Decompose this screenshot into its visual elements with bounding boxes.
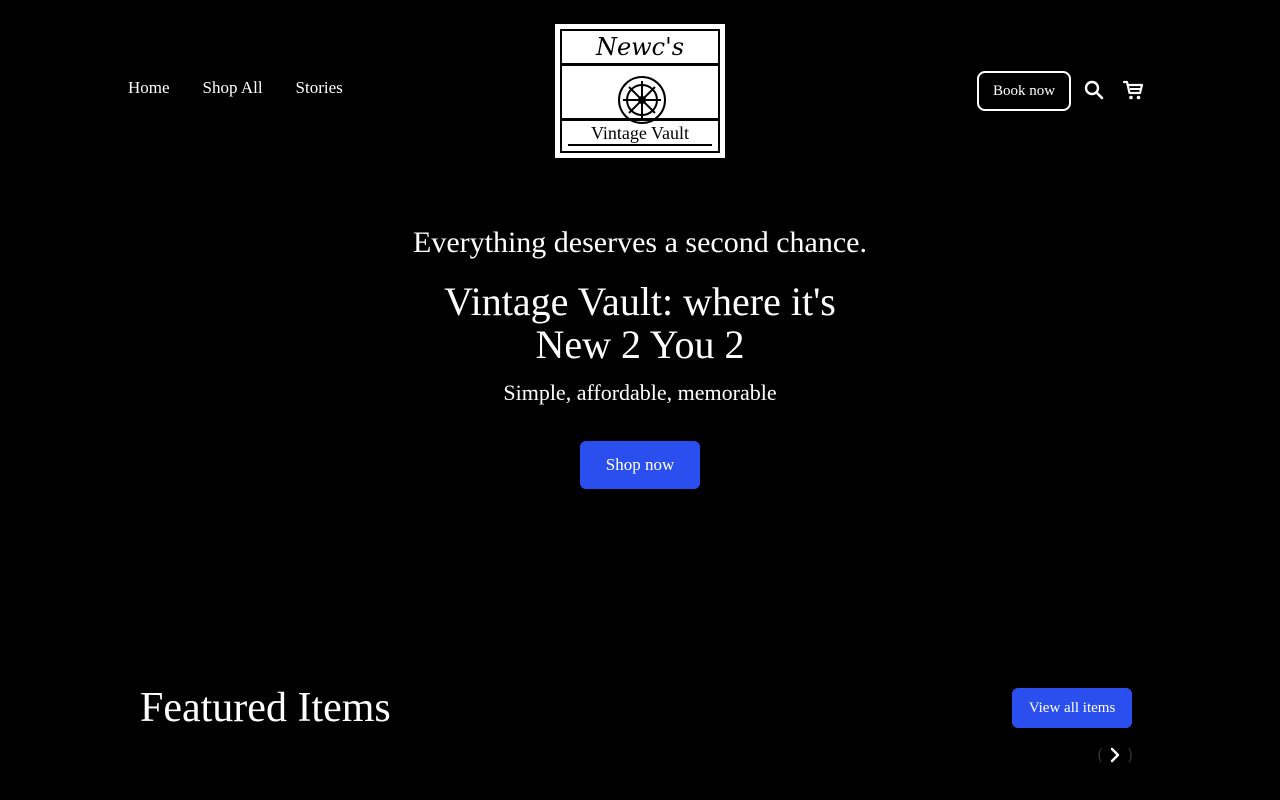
nav-stories-link[interactable]: Stories [296,78,343,98]
logo-top-text: Newc's [562,31,718,66]
hero-title: Vintage Vault: where it's New 2 You 2 [0,280,1280,366]
featured-items-title: Featured Items [140,685,391,731]
logo-bottom-text: Vintage Vault [562,118,718,151]
hero-tagline: Simple, affordable, memorable [503,380,777,405]
view-all-items-button[interactable]: View all items [1012,688,1132,728]
nav-home-link[interactable]: Home [128,78,170,98]
cart-button[interactable] [1121,78,1145,104]
carousel-next-button[interactable]: ( ) [1097,743,1133,767]
hero-subheading: Everything deserves a second chance. [413,226,867,259]
chevron-right-icon [1110,747,1120,763]
search-icon [1084,80,1104,99]
site-logo[interactable]: Newc's Vintage Vault [555,24,725,158]
search-button[interactable] [1082,78,1106,104]
cart-icon [1122,80,1144,100]
shop-now-button[interactable]: Shop now [580,441,700,489]
nav-shop-all-link[interactable]: Shop All [203,78,263,98]
book-now-button[interactable]: Book now [977,71,1071,111]
carousel-right-bracket-icon: ) [1127,745,1134,764]
main-nav: Home Shop All Stories [128,78,343,98]
logo-frame: Newc's Vintage Vault [560,29,720,153]
carousel-left-bracket-icon: ( [1097,745,1104,764]
hero-title-line-2: New 2 You 2 [535,322,745,367]
hero-title-line-1: Vintage Vault: where it's [444,279,836,324]
